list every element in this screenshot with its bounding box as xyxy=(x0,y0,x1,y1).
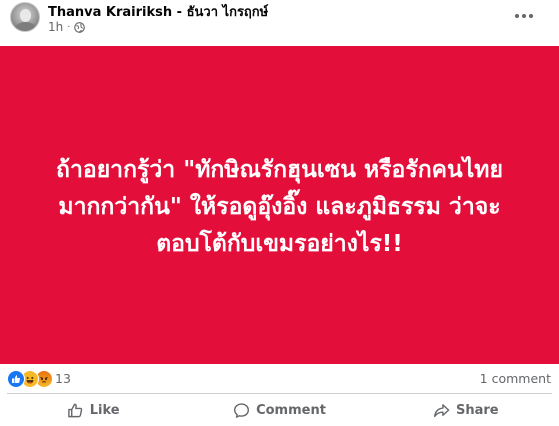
globe-icon[interactable] xyxy=(74,21,86,33)
avatar-shoulders xyxy=(15,22,36,31)
divider xyxy=(7,393,552,394)
share-label: Share xyxy=(456,402,499,418)
post-content-text: ถ้าอยากรู้ว่า "ทักษิณรักฮุนเซน หรือรักคน… xyxy=(20,152,540,263)
post-content-background: ถ้าอยากรู้ว่า "ทักษิณรักฮุนเซน หรือรักคน… xyxy=(0,46,559,364)
like-button[interactable]: Like xyxy=(0,396,186,424)
content-line-2: มากกว่ากัน" ให้รอดูอุ๊งอิ๊ง และภูมิธรรม … xyxy=(58,193,501,220)
reaction-icons[interactable] xyxy=(7,370,53,388)
author-avatar[interactable] xyxy=(10,2,40,32)
meta-separator: · xyxy=(67,21,71,33)
like-icon xyxy=(7,370,25,388)
share-button[interactable]: Share xyxy=(373,396,559,424)
comment-bubble-icon xyxy=(233,402,250,419)
post-action-bar: Like Comment Share xyxy=(0,396,559,424)
post-header: Thanva Krairiksh - ธันวา ไกรฤกษ์ 1h · xyxy=(0,0,559,46)
post-meta: 1h · xyxy=(48,20,86,34)
avatar-face xyxy=(20,9,31,22)
like-label: Like xyxy=(89,402,120,418)
facebook-post: Thanva Krairiksh - ธันวา ไกรฤกษ์ 1h · ถ้… xyxy=(0,0,559,426)
comment-label: Comment xyxy=(256,402,326,418)
share-arrow-icon xyxy=(433,402,450,419)
post-time[interactable]: 1h xyxy=(48,20,63,34)
comment-count[interactable]: 1 comment xyxy=(480,371,551,386)
comment-button[interactable]: Comment xyxy=(186,396,372,424)
more-options-icon[interactable] xyxy=(512,8,536,24)
content-line-3: ตอบโต้กับเขมรอย่างไร!! xyxy=(156,230,403,257)
author-name[interactable]: Thanva Krairiksh - ธันวา ไกรฤกษ์ xyxy=(48,1,268,22)
thumbs-up-icon xyxy=(67,402,84,419)
reaction-count[interactable]: 13 xyxy=(55,371,71,386)
content-line-1: ถ้าอยากรู้ว่า "ทักษิณรักฮุนเซน หรือรักคน… xyxy=(56,156,503,183)
reactions-summary: 13 1 comment xyxy=(0,366,559,392)
